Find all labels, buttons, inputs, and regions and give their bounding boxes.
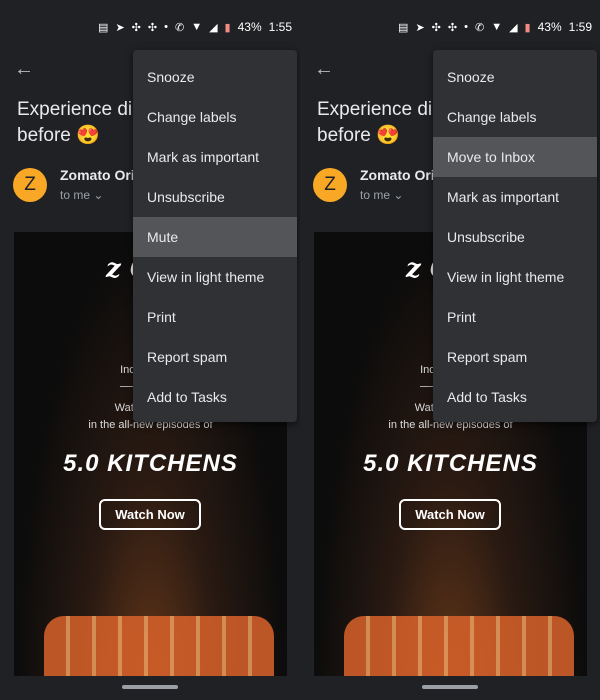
status-bar: ▤ ➤ ✣ ✣ • ✆ ▼ ◢ ▮ 43% 1:59 xyxy=(300,17,592,37)
volte-icon: ✆ xyxy=(174,21,185,34)
watch-now-button[interactable]: Watch Now xyxy=(99,499,201,530)
menu-item-report-spam[interactable]: Report spam xyxy=(433,337,597,377)
gesture-handle[interactable] xyxy=(122,685,178,689)
food-image xyxy=(44,616,274,676)
volte-icon: ✆ xyxy=(474,21,485,34)
recipient-toggle[interactable]: to me ⌄ xyxy=(60,188,103,202)
show-title: 5.0 KITCHENS xyxy=(63,450,238,477)
menu-item-mute[interactable]: Mute xyxy=(133,217,297,257)
lte-signal-icon: ◢ xyxy=(209,21,218,34)
dot-icon: • xyxy=(464,21,468,33)
avatar[interactable]: Z xyxy=(13,168,47,202)
telegram-icon: ➤ xyxy=(415,21,425,34)
slack-icon: ✣ xyxy=(147,21,158,34)
menu-item-unsubscribe[interactable]: Unsubscribe xyxy=(433,217,597,257)
menu-item-add-to-tasks[interactable]: Add to Tasks xyxy=(433,377,597,417)
overflow-menu: Snooze Change labels Mark as important Unsu… xyxy=(133,50,297,422)
clock: 1:55 xyxy=(268,20,292,34)
battery-percent: 43% xyxy=(237,20,262,34)
menu-item-snooze[interactable]: Snooze xyxy=(433,57,597,97)
gesture-handle[interactable] xyxy=(422,685,478,689)
menu-item-view-in-light-theme[interactable]: View in light theme xyxy=(133,257,297,297)
menu-item-add-to-tasks[interactable]: Add to Tasks xyxy=(133,377,297,417)
recipient-label: to me xyxy=(360,188,391,202)
menu-item-move-to-inbox[interactable]: Move to Inbox xyxy=(433,137,597,177)
menu-item-snooze[interactable]: Snooze xyxy=(133,57,297,97)
wifi-icon: ▼ xyxy=(491,21,503,33)
menu-item-mark-as-important[interactable]: Mark as important xyxy=(133,137,297,177)
slack-icon: ✣ xyxy=(447,21,458,34)
avatar[interactable]: Z xyxy=(313,168,347,202)
status-bar: ▤ ➤ ✣ ✣ • ✆ ▼ ◢ ▮ 43% 1:55 xyxy=(0,17,292,37)
menu-item-change-labels[interactable]: Change labels xyxy=(133,97,297,137)
gmail-screen: ▤➤✣✣•✆▼◢▮ 43% 1:55 ← Experience dining l… xyxy=(0,0,300,700)
menu-item-view-in-light-theme[interactable]: View in light theme xyxy=(433,257,597,297)
notification-icon: ▤ xyxy=(98,21,109,34)
food-image xyxy=(344,616,574,676)
menu-item-change-labels[interactable]: Change labels xyxy=(433,97,597,137)
notification-icon: ▤ xyxy=(398,21,409,34)
show-title: 5.0 KITCHENS xyxy=(363,450,538,477)
telegram-icon: ➤ xyxy=(115,21,125,34)
chevron-down-icon: ⌄ xyxy=(93,188,104,202)
battery-icon: ▮ xyxy=(224,21,231,34)
chevron-down-icon: ⌄ xyxy=(393,188,404,202)
battery-percent: 43% xyxy=(537,20,562,34)
menu-item-mark-as-important[interactable]: Mark as important xyxy=(433,177,597,217)
overflow-menu: Snooze Change labels Move to Inbox Mark as … xyxy=(433,50,597,422)
recipient-label: to me xyxy=(60,188,91,202)
back-arrow-icon[interactable]: ← xyxy=(14,58,34,81)
gmail-screen: ▤➤✣✣•✆▼◢▮ 43% 1:59 ← Experience dining l… xyxy=(300,0,600,700)
menu-item-print[interactable]: Print xyxy=(133,297,297,337)
slack-icon: ✣ xyxy=(431,21,441,34)
battery-icon: ▮ xyxy=(524,21,531,34)
watch-now-button[interactable]: Watch Now xyxy=(399,499,501,530)
recipient-toggle[interactable]: to me ⌄ xyxy=(360,188,403,202)
wifi-icon: ▼ xyxy=(191,21,203,33)
back-arrow-icon[interactable]: ← xyxy=(314,58,334,81)
dot-icon: • xyxy=(164,21,168,33)
menu-item-report-spam[interactable]: Report spam xyxy=(133,337,297,377)
menu-item-print[interactable]: Print xyxy=(433,297,597,337)
clock: 1:59 xyxy=(568,20,592,34)
lte-signal-icon: ◢ xyxy=(509,21,518,34)
menu-item-unsubscribe[interactable]: Unsubscribe xyxy=(133,177,297,217)
slack-icon: ✣ xyxy=(131,21,141,34)
